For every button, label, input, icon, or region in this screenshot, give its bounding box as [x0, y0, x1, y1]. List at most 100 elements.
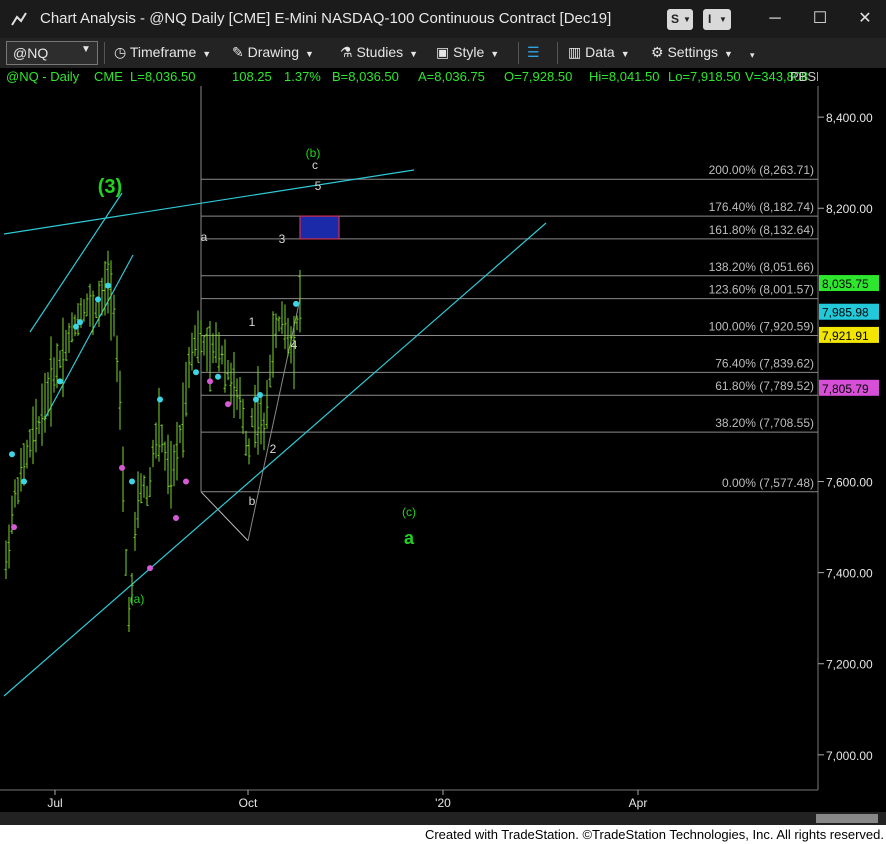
info-open: O=7,928.50	[504, 69, 573, 84]
s-button-label: S	[671, 12, 680, 26]
x-tick-label: Oct	[239, 796, 258, 810]
fib-level-label: 176.40% (8,182.74)	[709, 200, 814, 214]
swing-dot	[95, 296, 101, 303]
swing-dot	[173, 514, 179, 521]
data-label: Data	[585, 44, 615, 60]
window-title: Chart Analysis - @NQ Daily [CME] E-Mini …	[40, 10, 612, 27]
swing-dot	[147, 565, 153, 572]
close-icon[interactable]: ✕	[854, 10, 876, 28]
app-icon	[11, 12, 27, 26]
swing-dot	[119, 464, 125, 471]
price-tag-label: 8,035.75	[822, 277, 869, 291]
price-axis-area	[818, 86, 886, 812]
chevron-down-icon: ▼	[719, 15, 727, 24]
symbol-value: @NQ	[13, 45, 49, 61]
fib-level-label: 0.00% (7,577.48)	[722, 476, 814, 490]
wave-label: 2	[270, 442, 277, 456]
chevron-down-icon: ▼	[409, 49, 419, 59]
chevron-down-icon: ▼	[620, 49, 630, 59]
price-tag-label: 7,921.91	[822, 329, 869, 343]
swing-dot	[215, 373, 221, 380]
swing-dot	[105, 282, 111, 289]
price-chart[interactable]: 8,400.00 8,200.00 7,600.00 7,400.00 7,200.00…	[0, 86, 886, 812]
fib-level-label: 100.00% (7,920.59)	[709, 320, 814, 334]
wave-label: (c)	[402, 505, 416, 519]
horizontal-scrollbar[interactable]	[0, 812, 886, 825]
swing-dot	[57, 378, 63, 385]
y-tick-label: 7,600.00	[826, 476, 873, 490]
swing-dot	[9, 451, 15, 458]
settings-button[interactable]: ⚙ Settings ▼	[651, 44, 733, 61]
swing-dot	[157, 396, 163, 403]
chevron-down-icon: ▼	[202, 49, 212, 59]
footer-copyright: Created with TradeStation. ©TradeStation…	[424, 827, 884, 842]
drawing-button[interactable]: ✎ Drawing ▼	[232, 44, 314, 61]
wave-label: c	[312, 158, 318, 172]
swing-dot	[293, 300, 299, 307]
layout-icon[interactable]: ☰	[527, 44, 540, 61]
timeframe-label: Timeframe	[129, 44, 197, 60]
scrollbar-thumb[interactable]	[816, 814, 878, 823]
swing-dot	[11, 524, 17, 531]
price-tag-label: 7,805.79	[822, 382, 869, 396]
bar-chart-icon: ▥	[568, 44, 582, 60]
data-button[interactable]: ▥ Data ▼	[568, 44, 630, 61]
style-button[interactable]: ▣ Style ▼	[436, 44, 499, 61]
title-bar: Chart Analysis - @NQ Daily [CME] E-Mini …	[0, 0, 886, 38]
y-tick-label: 7,200.00	[826, 658, 873, 672]
y-tick-label: 8,400.00	[826, 111, 873, 125]
swing-dot	[193, 369, 199, 376]
chevron-down-icon: ▼	[490, 49, 500, 59]
swing-dot	[77, 319, 83, 326]
overflow-icon[interactable]: ▾	[750, 50, 755, 61]
studies-button[interactable]: ⚗ Studies ▼	[340, 44, 418, 61]
fib-level-label: 61.80% (7,789.52)	[715, 379, 814, 393]
axis-gap	[819, 295, 879, 302]
wave-label: 5	[315, 179, 322, 193]
drawing-label: Drawing	[247, 44, 299, 60]
minimize-icon[interactable]: ─	[764, 10, 786, 28]
swing-dot	[253, 396, 259, 403]
y-tick-label: 7,000.00	[826, 749, 873, 763]
wave-label: (3)	[98, 176, 122, 198]
maximize-icon[interactable]: ☐	[809, 10, 831, 28]
i-button[interactable]: I ▼	[703, 9, 731, 30]
fib-level-label: 161.80% (8,132.64)	[709, 223, 814, 237]
info-change: 108.25	[232, 69, 272, 84]
timeframe-button[interactable]: ◷ Timeframe ▼	[114, 44, 211, 61]
swing-dot	[257, 391, 263, 398]
info-pct: 1.37%	[284, 69, 321, 84]
wave-label: (a)	[130, 592, 145, 606]
gear-icon: ⚙	[651, 44, 664, 60]
settings-label: Settings	[667, 44, 719, 60]
info-last: L=8,036.50	[130, 69, 196, 84]
toolbar-divider	[104, 42, 105, 64]
style-icon: ▣	[436, 44, 450, 60]
chevron-down-icon: ▼	[81, 44, 91, 55]
fib-level-label: 200.00% (8,263.71)	[709, 163, 814, 177]
i-button-label: I	[708, 12, 712, 26]
chevron-down-icon: ▼	[724, 49, 733, 59]
swing-dot	[207, 378, 213, 385]
info-exchange: CME	[94, 69, 123, 84]
info-bid: B=8,036.50	[332, 69, 399, 84]
symbol-input[interactable]: @NQ ▼	[6, 41, 98, 65]
fib-level-label: 138.20% (8,051.66)	[709, 260, 814, 274]
toolbar-divider	[518, 42, 519, 64]
target-zone-box	[299, 215, 340, 240]
swing-dot	[129, 478, 135, 485]
toolbar-divider	[557, 42, 558, 64]
wave-label: a	[404, 528, 415, 548]
wave-label: b	[249, 494, 256, 508]
swing-dot	[225, 401, 231, 408]
info-ask: A=8,036.75	[418, 69, 485, 84]
swing-dot	[21, 478, 27, 485]
chevron-down-icon: ▼	[304, 49, 314, 59]
wave-label: a	[201, 230, 208, 244]
toolbar: @NQ ▼ ◷ Timeframe ▼ ✎ Drawing ▼ ⚗ Studies ▼…	[0, 38, 886, 68]
s-button[interactable]: S ▼	[667, 9, 693, 30]
wave-label: 4	[291, 338, 298, 352]
pencil-icon: ✎	[232, 44, 244, 60]
x-tick-label: '20	[435, 796, 451, 810]
y-tick-label: 8,200.00	[826, 202, 873, 216]
